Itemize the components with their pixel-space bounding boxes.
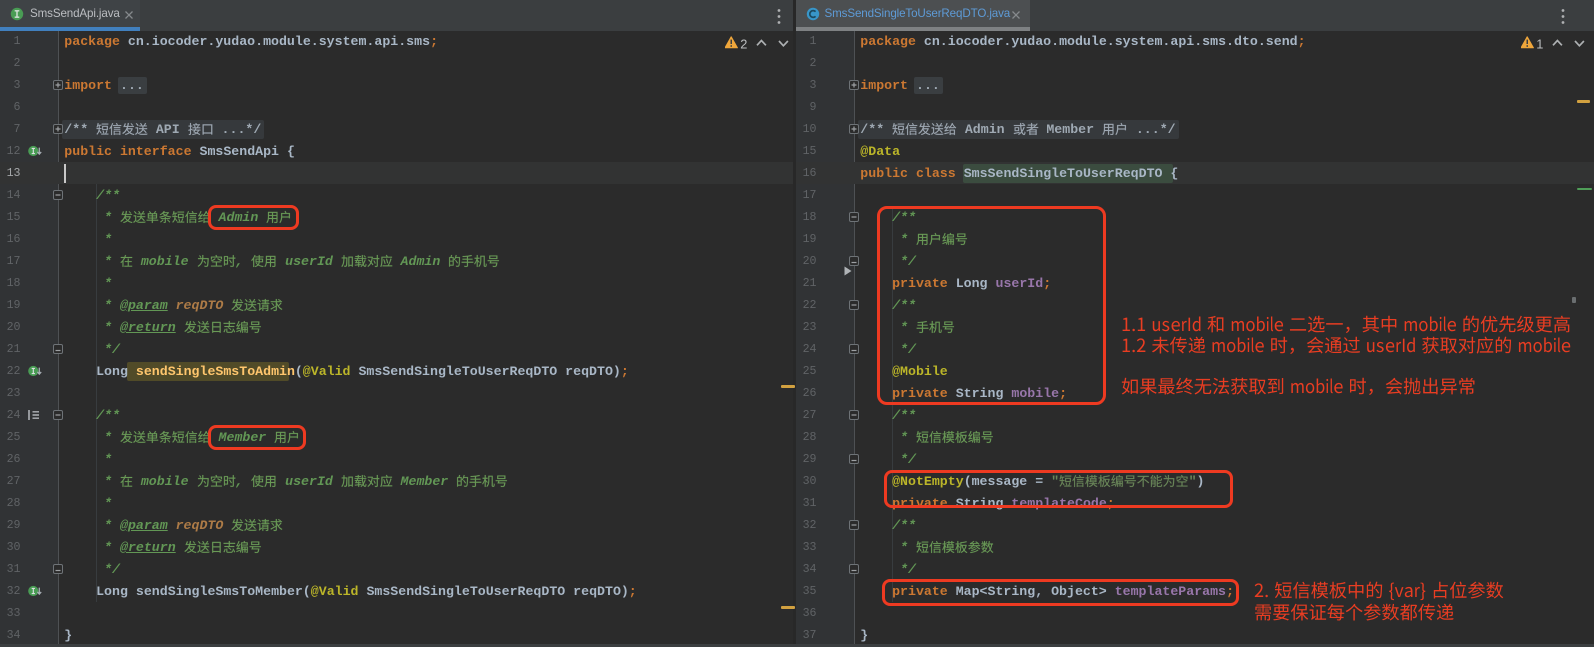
svg-text:1: 1 xyxy=(1536,36,1543,51)
svg-text:2: 2 xyxy=(740,36,747,51)
